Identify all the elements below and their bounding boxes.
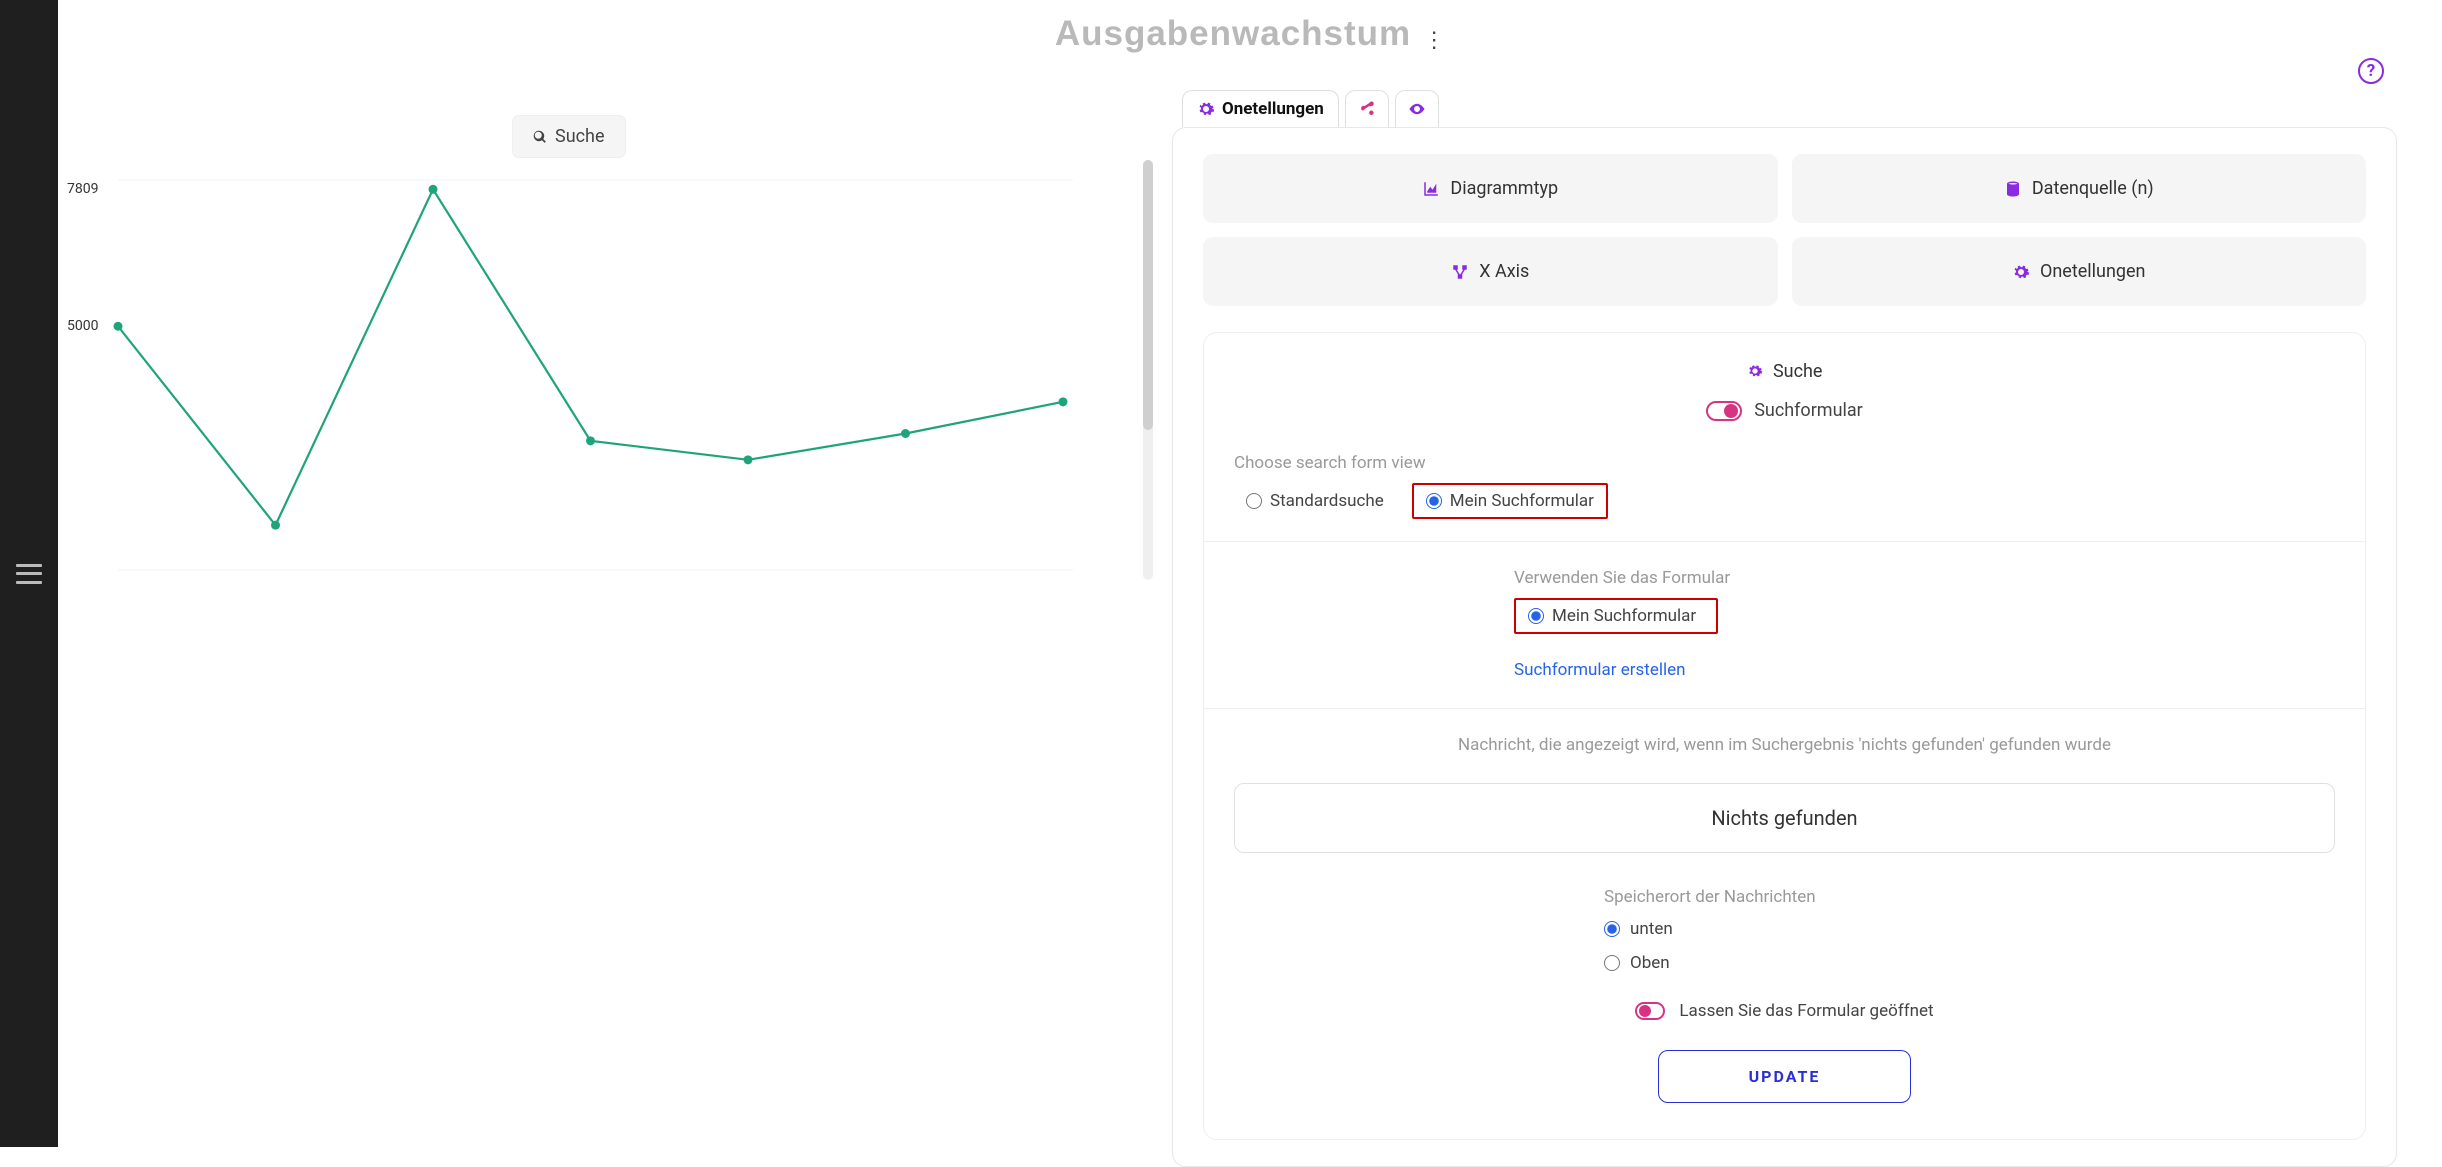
option-data-source[interactable]: Datenquelle (n) <box>1792 154 2367 223</box>
config-tabs: Onetellungen <box>1182 90 2397 127</box>
left-rail <box>0 0 58 1147</box>
choose-view-label: Choose search form view <box>1234 453 2335 473</box>
use-form-block: Verwenden Sie das Formular Mein Suchform… <box>1234 568 2335 698</box>
menu-toggle-icon[interactable] <box>16 564 42 584</box>
line-chart-svg <box>63 160 1073 580</box>
y-tick-label: 5000 <box>67 318 98 334</box>
radio-myform-input[interactable] <box>1426 493 1442 509</box>
option-chart-type-label: Diagrammtyp <box>1450 178 1558 199</box>
search-form-toggle[interactable] <box>1706 401 1742 421</box>
tab-settings[interactable]: Onetellungen <box>1182 90 1339 127</box>
option-settings[interactable]: Onetellungen <box>1792 237 2367 306</box>
search-form-toggle-label: Suchformular <box>1754 400 1863 421</box>
update-button[interactable]: UPDATE <box>1658 1050 1912 1103</box>
eye-icon <box>1408 100 1426 118</box>
message-location-block: Speicherort der Nachrichten unten Oben <box>1234 887 2335 973</box>
use-form-option[interactable]: Mein Suchformular <box>1514 598 1718 634</box>
tab-settings-label: Onetellungen <box>1222 99 1324 119</box>
location-bottom-label: unten <box>1630 919 1673 939</box>
chart-scrollbar[interactable] <box>1143 160 1153 580</box>
keep-form-open-row: Lassen Sie das Formular geöffnet <box>1234 1001 2335 1024</box>
radio-my-form[interactable]: Mein Suchformular <box>1412 483 1608 519</box>
location-bottom-input[interactable] <box>1604 921 1620 937</box>
option-data-source-label: Datenquelle (n) <box>2032 178 2154 199</box>
chart-icon <box>1422 180 1440 198</box>
search-section: Suche Suchformular Choose search form vi… <box>1203 332 2366 1140</box>
database-icon <box>2004 180 2022 198</box>
chart-area: 7809 5000 <box>63 160 1073 580</box>
option-x-axis[interactable]: X Axis <box>1203 237 1778 306</box>
location-bottom-option[interactable]: unten <box>1604 919 2335 939</box>
share-icon <box>1358 100 1376 118</box>
radio-standard-label: Standardsuche <box>1270 491 1384 511</box>
use-form-radio-input[interactable] <box>1528 608 1544 624</box>
not-found-message-input[interactable] <box>1234 783 2335 853</box>
divider <box>1204 541 2365 542</box>
axis-icon <box>1451 263 1469 281</box>
config-panel: Onetellungen Diagrammtyp Datenquelle (n) <box>1172 90 2397 1167</box>
tab-share[interactable] <box>1345 90 1389 127</box>
y-tick-label: 7809 <box>67 181 98 197</box>
title-more-icon[interactable]: ⋮ <box>1423 28 1445 53</box>
location-top-option[interactable]: Oben <box>1604 953 2335 973</box>
scrollbar-thumb[interactable] <box>1143 160 1153 430</box>
keep-form-open-toggle[interactable] <box>1635 1002 1665 1020</box>
message-location-options: unten Oben <box>1604 919 2335 973</box>
option-settings-label: Onetellungen <box>2040 261 2146 282</box>
config-body: Diagrammtyp Datenquelle (n) X Axis Onete… <box>1172 127 2397 1167</box>
page-header: Ausgabenwachstum ⋮ <box>58 14 2442 54</box>
radio-standard-input[interactable] <box>1246 493 1262 509</box>
option-chart-type[interactable]: Diagrammtyp <box>1203 154 1778 223</box>
gear-icon <box>1747 363 1763 379</box>
radio-myform-label: Mein Suchformular <box>1450 491 1594 511</box>
option-grid: Diagrammtyp Datenquelle (n) X Axis Onete… <box>1203 154 2366 306</box>
gears-icon <box>1197 100 1215 118</box>
divider <box>1204 708 2365 709</box>
location-top-label: Oben <box>1630 953 1670 973</box>
search-form-toggle-row: Suchformular <box>1234 400 2335 425</box>
tab-preview[interactable] <box>1395 90 1439 127</box>
use-form-option-label: Mein Suchformular <box>1552 606 1696 626</box>
page-title: Ausgabenwachstum <box>1055 14 1411 54</box>
location-top-input[interactable] <box>1604 955 1620 971</box>
use-form-label: Verwenden Sie das Formular <box>1514 568 2235 588</box>
gear-icon <box>2012 263 2030 281</box>
not-found-message-description: Nachricht, die angezeigt wird, wenn im S… <box>1234 735 2335 755</box>
option-x-axis-label: X Axis <box>1479 261 1529 282</box>
chart-search-label: Suche <box>555 126 605 147</box>
search-icon <box>533 130 547 144</box>
search-section-title: Suche <box>1773 361 1823 382</box>
message-location-label: Speicherort der Nachrichten <box>1604 887 2335 907</box>
chart-search-button[interactable]: Suche <box>513 116 625 157</box>
radio-standard-search[interactable]: Standardsuche <box>1234 485 1396 517</box>
create-search-form-link[interactable]: Suchformular erstellen <box>1514 660 1686 680</box>
keep-form-open-label: Lassen Sie das Formular geöffnet <box>1679 1001 1933 1021</box>
search-section-header: Suche <box>1234 361 2335 382</box>
search-view-radio-group: Standardsuche Mein Suchformular <box>1234 483 2335 519</box>
chart-panel: Suche 7809 5000 <box>58 100 1153 1100</box>
